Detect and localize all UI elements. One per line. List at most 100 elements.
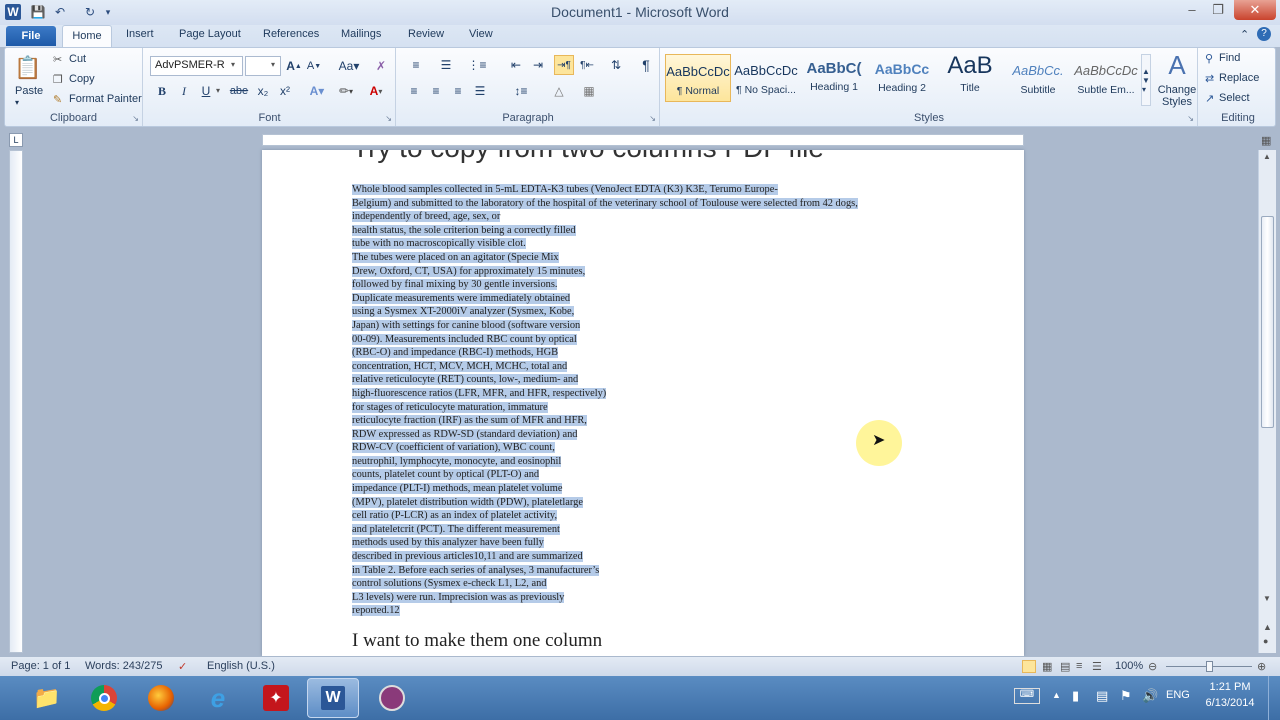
tab-references[interactable]: References <box>263 28 319 40</box>
cut-button[interactable]: Cut <box>69 53 86 65</box>
volume-icon[interactable]: 🔊 <box>1142 688 1158 704</box>
shrink-font-icon[interactable]: A ▼ <box>306 57 322 75</box>
paste-icon[interactable]: 📋 <box>13 51 43 85</box>
show-hidden-icons-icon[interactable]: ▲ <box>1052 690 1061 700</box>
replace-button[interactable]: Replace <box>1219 72 1259 84</box>
grow-font-icon[interactable]: A ▲ <box>286 57 302 75</box>
scroll-thumb[interactable] <box>1261 216 1274 428</box>
ruler-toggle-icon[interactable]: ▦ <box>1261 134 1271 147</box>
line-spacing-icon[interactable]: ↕≡ <box>509 82 533 100</box>
scroll-down-icon[interactable]: ▼ <box>1263 594 1271 603</box>
format-painter-button[interactable]: Format Painter <box>69 93 142 105</box>
tab-selector-icon[interactable]: L <box>9 133 23 147</box>
document-page[interactable]: Try to copy from two columns PDF file Wh… <box>262 150 1024 656</box>
clock-date[interactable]: 6/13/2014 <box>1200 697 1260 709</box>
find-button[interactable]: Find <box>1219 52 1240 64</box>
subscript-button[interactable]: x₂ <box>254 82 272 100</box>
clipboard-launcher-icon[interactable]: ↘ <box>132 114 139 123</box>
tab-mailings[interactable]: Mailings <box>341 28 381 40</box>
font-name-dropdown-icon[interactable]: ▾ <box>231 60 235 69</box>
show-marks-icon[interactable]: ¶ <box>637 56 655 74</box>
strikethrough-button[interactable]: abe <box>228 82 250 100</box>
vertical-ruler[interactable] <box>9 150 23 653</box>
clock-time[interactable]: 1:21 PM <box>1200 681 1260 693</box>
paragraph-launcher-icon[interactable]: ↘ <box>649 114 656 123</box>
format-painter-icon[interactable]: ✎ <box>53 93 62 106</box>
paste-button[interactable]: Paste <box>15 85 43 97</box>
restore-icon[interactable]: ❐ <box>1204 0 1232 20</box>
cut-icon[interactable]: ✂ <box>53 53 62 66</box>
style-heading-1[interactable]: AaBbC(Heading 1 <box>801 54 867 102</box>
style-no-spacing[interactable]: AaBbCcDc ¶ No Spaci... <box>733 54 799 102</box>
justify-icon[interactable]: ☰ <box>471 82 489 100</box>
outline-view-icon[interactable]: ≡ <box>1076 660 1082 672</box>
sort-icon[interactable]: ⇅ <box>607 56 625 74</box>
change-styles-icon[interactable]: A <box>1159 50 1195 80</box>
proofing-icon[interactable]: ✓ <box>178 660 187 673</box>
ltr-direction-icon[interactable]: ⇥¶ <box>554 55 574 75</box>
full-screen-view-icon[interactable]: ▦ <box>1042 660 1052 673</box>
italic-button[interactable]: I <box>176 82 192 100</box>
power-icon[interactable]: ▮ <box>1072 688 1079 704</box>
scroll-up-icon[interactable]: ▲ <box>1263 152 1271 161</box>
page-count[interactable]: Page: 1 of 1 <box>11 660 70 672</box>
change-case-icon[interactable]: Aa▾ <box>336 57 362 75</box>
tab-insert[interactable]: Insert <box>126 28 154 40</box>
vertical-scrollbar[interactable]: ▦ ▲ ▼ ▲ ● <box>1258 135 1276 653</box>
screen-recorder-icon[interactable] <box>366 678 418 718</box>
styles-scroll-icon[interactable]: ▲ ▼ ▾ <box>1141 54 1151 106</box>
align-center-icon[interactable]: ≡ <box>427 82 445 100</box>
chrome-icon[interactable] <box>78 678 130 718</box>
tab-home[interactable]: Home <box>62 25 112 48</box>
network-icon[interactable]: ▤ <box>1096 688 1108 704</box>
find-icon[interactable]: ⚲ <box>1205 52 1213 65</box>
font-name-combo[interactable]: AdvPSMER-R <box>150 56 243 76</box>
tab-review[interactable]: Review <box>408 28 444 40</box>
font-size-dropdown-icon[interactable]: ▾ <box>271 60 275 69</box>
style-normal[interactable]: AaBbCcDc ¶ Normal <box>665 54 731 102</box>
superscript-button[interactable]: x² <box>276 82 294 100</box>
select-icon[interactable]: ↗ <box>1205 92 1214 105</box>
style-subtle-emphasis[interactable]: AaBbCcDc Subtle Em... <box>1073 54 1139 102</box>
style-title[interactable]: AaB Title <box>937 52 1003 102</box>
web-layout-view-icon[interactable]: ▤ <box>1060 660 1070 673</box>
minimize-icon[interactable]: – <box>1178 0 1206 20</box>
internet-explorer-icon[interactable]: e <box>192 678 244 718</box>
copy-icon[interactable]: ❐ <box>53 73 63 86</box>
selected-body-text[interactable]: Whole blood samples collected in 5-mL ED… <box>352 183 858 618</box>
rtl-direction-icon[interactable]: ¶⇤ <box>577 56 597 74</box>
tab-file[interactable]: File <box>6 26 56 46</box>
firefox-icon[interactable] <box>135 678 187 718</box>
keyboard-icon[interactable]: ⌨ <box>1014 688 1040 704</box>
tab-view[interactable]: View <box>469 28 493 40</box>
align-right-icon[interactable]: ≡ <box>449 82 467 100</box>
input-language-indicator[interactable]: ENG <box>1166 689 1190 701</box>
borders-icon[interactable]: ▦ <box>577 82 601 100</box>
horizontal-ruler[interactable] <box>262 134 1024 146</box>
underline-dropdown-icon[interactable]: ▾ <box>216 86 220 95</box>
show-desktop-button[interactable] <box>1268 676 1280 720</box>
zoom-slider-thumb[interactable] <box>1206 661 1213 672</box>
font-size-combo[interactable] <box>245 56 281 76</box>
draft-view-icon[interactable]: ☰ <box>1092 660 1102 673</box>
bold-button[interactable]: B <box>154 82 170 100</box>
zoom-level[interactable]: 100% <box>1115 660 1143 672</box>
styles-launcher-icon[interactable]: ↘ <box>1187 114 1194 123</box>
change-styles-button[interactable]: Change Styles <box>1157 84 1197 108</box>
decrease-indent-icon[interactable]: ⇤ <box>507 56 525 74</box>
underline-button[interactable]: U <box>198 82 214 100</box>
font-launcher-icon[interactable]: ↘ <box>385 114 392 123</box>
shading-icon[interactable]: △ <box>547 82 571 100</box>
zoom-in-icon[interactable]: ⊕ <box>1257 660 1266 673</box>
file-explorer-icon[interactable]: 📁 <box>21 678 73 718</box>
acrobat-icon[interactable]: ✦ <box>250 678 302 718</box>
numbering-icon[interactable]: ☰ <box>435 56 457 74</box>
zoom-out-icon[interactable]: ⊖ <box>1148 660 1157 673</box>
browse-object-icon[interactable]: ● <box>1263 636 1268 646</box>
word-taskbar-icon[interactable]: W <box>307 678 359 718</box>
language-indicator[interactable]: English (U.S.) <box>207 660 275 672</box>
multilevel-list-icon[interactable]: ⋮≡ <box>465 56 489 74</box>
align-left-icon[interactable]: ≡ <box>405 82 423 100</box>
paste-dropdown-icon[interactable]: ▾ <box>15 98 19 107</box>
print-layout-view-icon[interactable] <box>1022 660 1036 673</box>
